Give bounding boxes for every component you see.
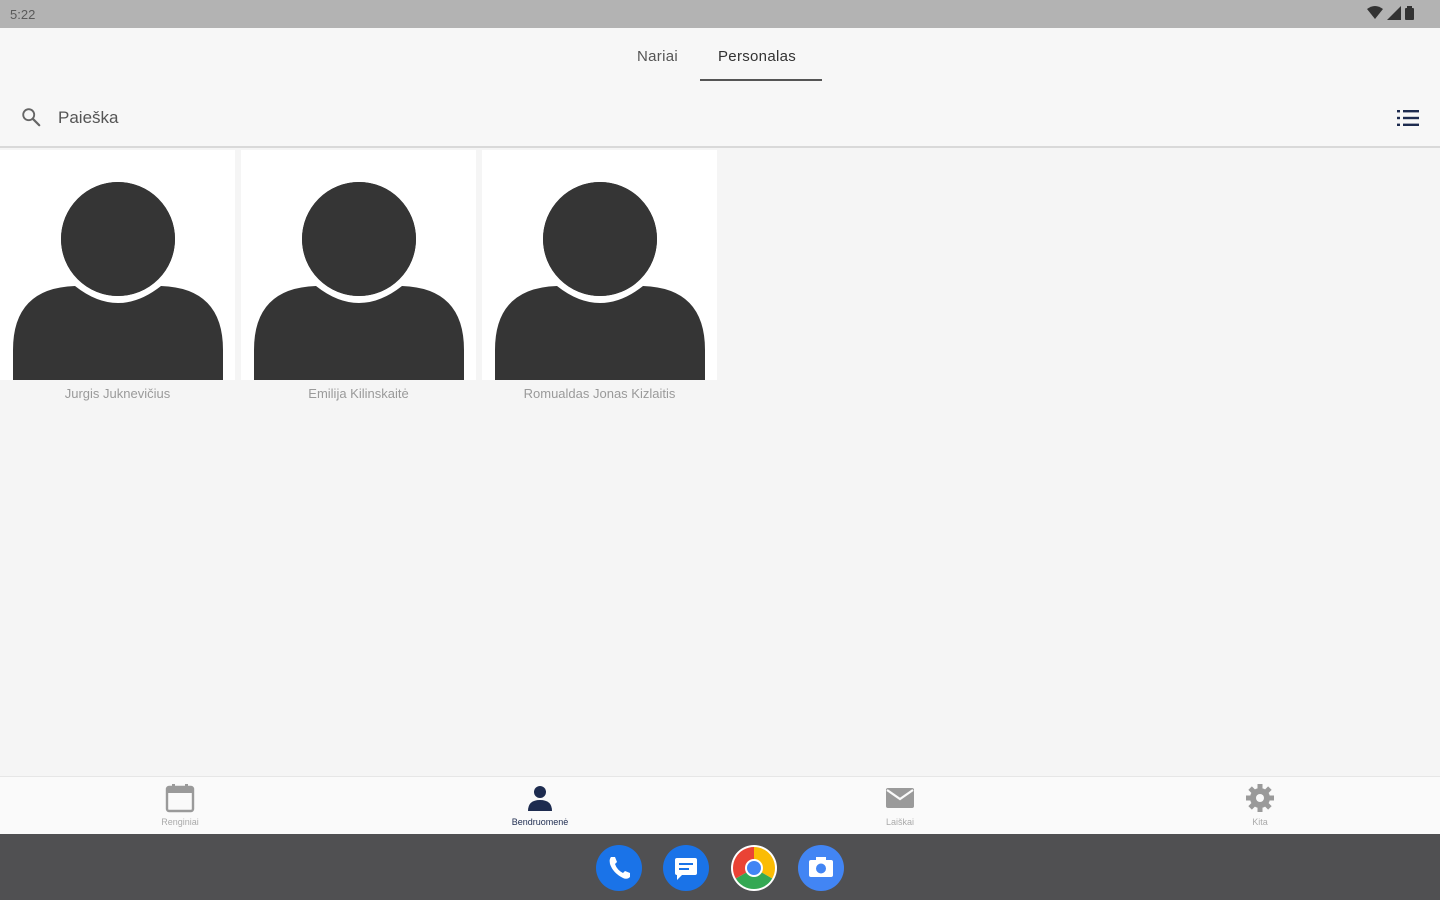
search-input[interactable] <box>58 104 658 132</box>
staff-card[interactable]: Jurgis Juknevičius <box>0 150 235 410</box>
nav-label: Renginiai <box>161 817 199 827</box>
person-placeholder-icon <box>495 174 705 380</box>
staff-name: Emilija Kilinskaitė <box>308 386 409 401</box>
search-icon <box>22 108 41 127</box>
gear-icon <box>1246 784 1274 812</box>
status-time: 5:22 <box>10 7 36 22</box>
avatar <box>0 150 235 380</box>
nav-item-laiskai[interactable]: Laiškai <box>720 777 1080 835</box>
nav-item-renginiai[interactable]: Renginiai <box>0 777 360 835</box>
app-header: Nariai Personalas <box>0 28 1440 148</box>
tab-bar: Nariai Personalas <box>0 28 1440 84</box>
nav-label: Laiškai <box>885 817 914 827</box>
chrome-icon <box>732 847 776 890</box>
phone-app[interactable] <box>596 845 642 891</box>
bottom-navigation: Renginiai Bendruomenė Laiškai Kita <box>0 776 1440 834</box>
calendar-icon <box>165 784 195 813</box>
person-icon <box>528 786 552 811</box>
staff-card[interactable]: Emilija Kilinskaitė <box>241 150 476 410</box>
person-placeholder-icon <box>254 174 464 380</box>
avatar <box>482 150 717 380</box>
avatar <box>241 150 476 380</box>
staff-card[interactable]: Romualdas Jonas Kizlaitis <box>482 150 717 410</box>
messages-icon <box>675 858 697 880</box>
messages-app[interactable] <box>663 845 709 891</box>
system-dock <box>0 834 1440 900</box>
camera-icon <box>809 857 833 877</box>
chrome-app[interactable] <box>731 845 777 891</box>
phone-icon <box>609 857 630 879</box>
staff-name: Romualdas Jonas Kizlaitis <box>523 386 676 401</box>
tab-personalas[interactable]: Personalas <box>718 48 796 65</box>
mail-icon <box>886 788 914 808</box>
staff-name: Jurgis Juknevičius <box>64 386 171 401</box>
camera-app[interactable] <box>798 845 844 891</box>
nav-item-kita[interactable]: Kita <box>1080 777 1440 835</box>
tab-nariai[interactable]: Nariai <box>637 48 678 65</box>
active-tab-indicator <box>700 79 822 81</box>
person-placeholder-icon <box>13 174 223 380</box>
nav-label: Bendruomenė <box>511 817 569 827</box>
search-bar <box>0 98 1440 138</box>
battery-icon <box>1405 6 1414 20</box>
nav-item-bendruomene[interactable]: Bendruomenė <box>360 777 720 835</box>
nav-label: Kita <box>1252 817 1268 827</box>
status-bar: 5:22 <box>0 0 1440 28</box>
list-view-icon[interactable] <box>1396 107 1420 129</box>
wifi-icon <box>1367 6 1383 19</box>
signal-icon <box>1387 6 1401 20</box>
